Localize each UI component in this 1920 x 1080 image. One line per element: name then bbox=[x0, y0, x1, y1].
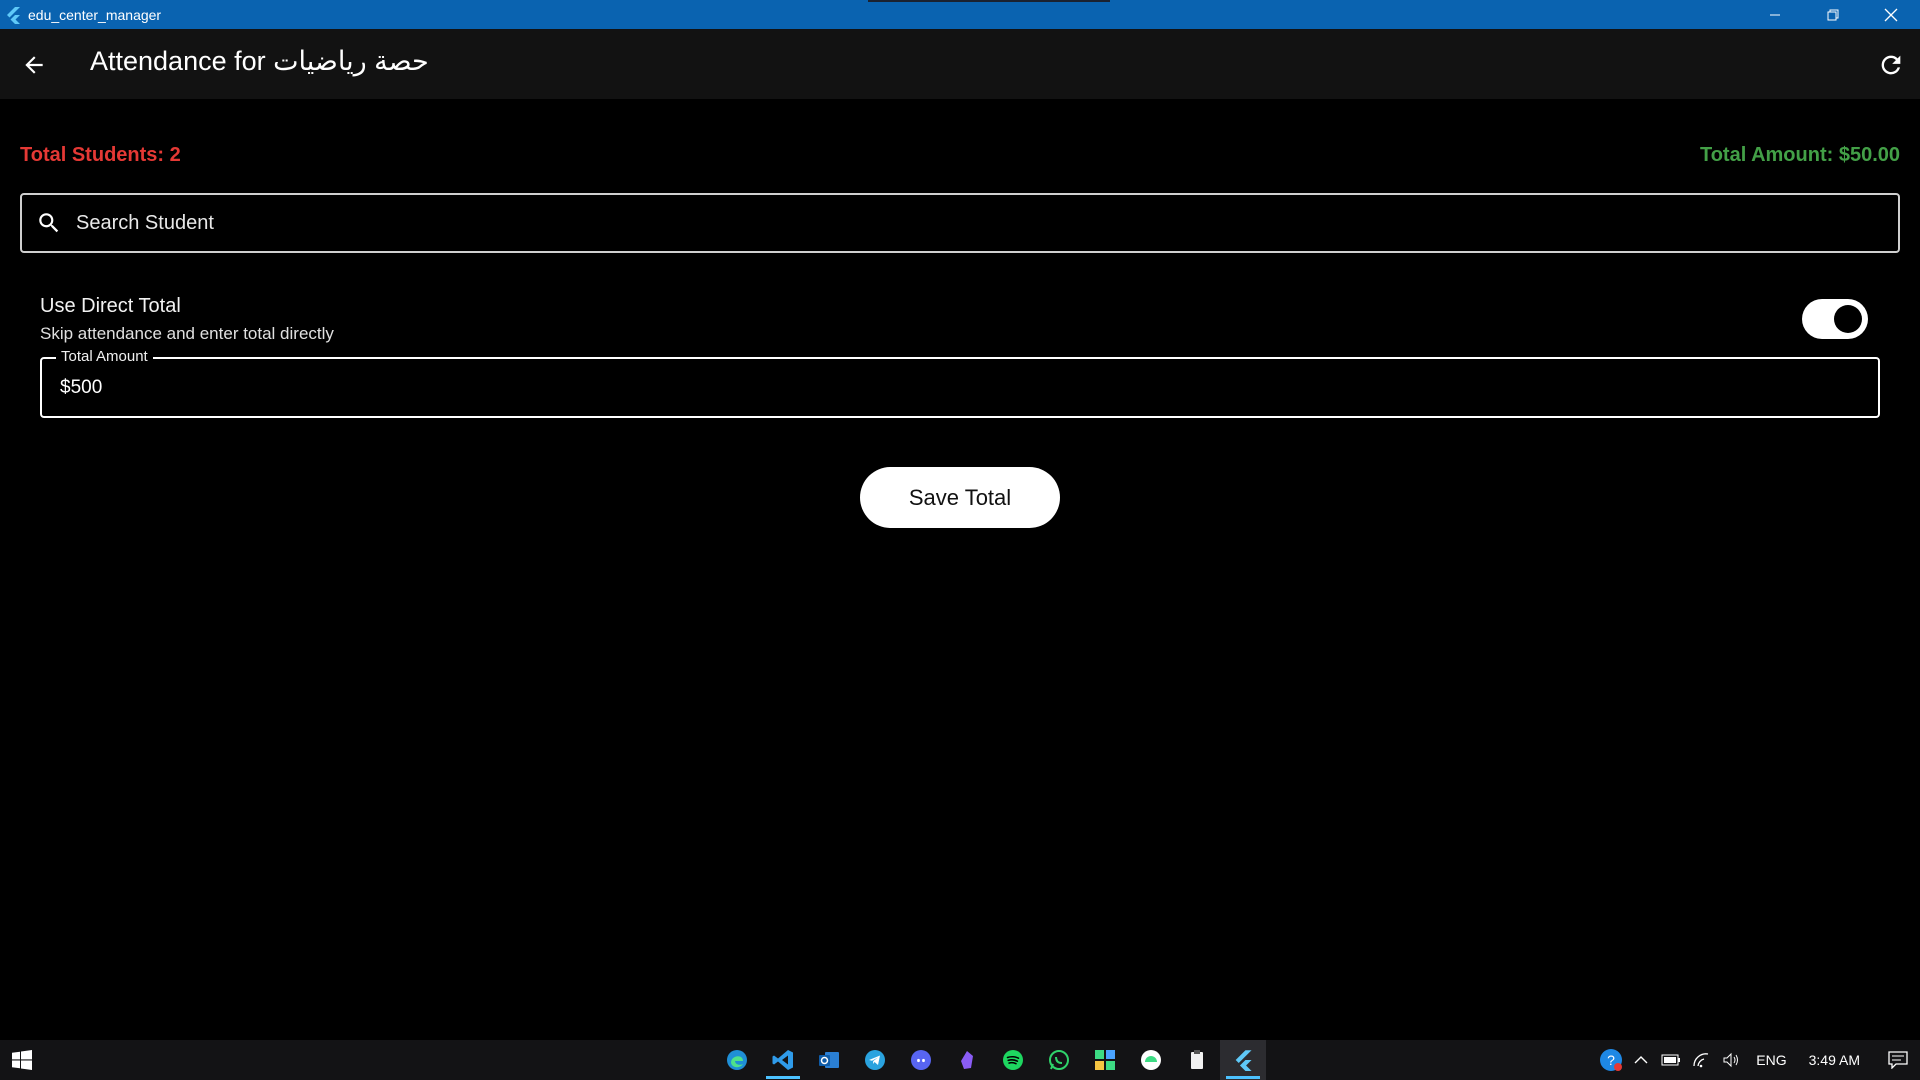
total-students-label: Total Students: 2 bbox=[20, 144, 181, 166]
window-title-bar: edu_center_manager bbox=[0, 0, 1920, 29]
discord-icon[interactable] bbox=[898, 1040, 944, 1080]
app-bar: Attendance for حصة رياضيات bbox=[0, 29, 1920, 99]
restore-button[interactable] bbox=[1804, 0, 1862, 29]
drag-indicator bbox=[868, 0, 1110, 2]
obsidian-icon[interactable] bbox=[944, 1040, 990, 1080]
volume-icon[interactable] bbox=[1716, 1040, 1746, 1080]
spotify-icon[interactable] bbox=[990, 1040, 1036, 1080]
close-icon bbox=[1884, 8, 1898, 21]
total-amount-label: Total Amount: $50.00 bbox=[1699, 144, 1900, 166]
search-input[interactable]: Search Student bbox=[20, 193, 1900, 253]
minimize-icon bbox=[1770, 14, 1780, 15]
taskbar-apps bbox=[714, 1040, 1266, 1080]
arrow-back-icon bbox=[25, 56, 43, 74]
notifications-button[interactable] bbox=[1876, 1040, 1920, 1080]
app-icon[interactable] bbox=[1082, 1040, 1128, 1080]
toggle-subtitle: Skip attendance and enter total directly bbox=[40, 324, 334, 343]
refresh-icon bbox=[1881, 55, 1901, 75]
chevron-up-icon[interactable] bbox=[1626, 1040, 1656, 1080]
edge-icon[interactable] bbox=[714, 1040, 760, 1080]
notification-icon bbox=[1888, 1051, 1908, 1069]
start-button[interactable] bbox=[0, 1040, 44, 1080]
wifi-icon[interactable] bbox=[1686, 1040, 1716, 1080]
system-tray: ? ENG 3:49 AM bbox=[1596, 1040, 1920, 1080]
restore-icon bbox=[1827, 9, 1839, 20]
page-title: Attendance for حصة رياضيات bbox=[90, 46, 429, 76]
notepad-icon[interactable] bbox=[1174, 1040, 1220, 1080]
direct-total-toggle-row[interactable]: Use Direct Total Skip attendance and ent… bbox=[40, 293, 1868, 351]
taskbar: ? ENG 3:49 AM bbox=[0, 1040, 1920, 1080]
save-total-button[interactable]: Save Total bbox=[860, 467, 1060, 528]
vscode-icon[interactable] bbox=[760, 1040, 806, 1080]
search-icon bbox=[34, 208, 64, 238]
svg-text:?: ? bbox=[1607, 1052, 1615, 1068]
language-indicator[interactable]: ENG bbox=[1746, 1052, 1796, 1068]
clock[interactable]: 3:49 AM bbox=[1797, 1052, 1876, 1068]
direct-total-switch[interactable] bbox=[1802, 299, 1868, 339]
total-amount-field[interactable]: Total Amount $500 bbox=[40, 348, 1880, 418]
battery-icon[interactable] bbox=[1656, 1040, 1686, 1080]
back-button[interactable] bbox=[18, 49, 50, 81]
telegram-icon[interactable] bbox=[852, 1040, 898, 1080]
search-placeholder: Search Student bbox=[76, 211, 214, 234]
windows-icon bbox=[12, 1050, 32, 1070]
total-amount-field-value: $500 bbox=[60, 377, 103, 398]
minimize-button[interactable] bbox=[1746, 0, 1804, 29]
flutter-icon bbox=[7, 6, 20, 24]
switch-knob bbox=[1834, 305, 1862, 333]
close-button[interactable] bbox=[1862, 0, 1920, 29]
total-amount-field-label: Total Amount bbox=[56, 348, 153, 365]
summary-row: Total Students: 2 Total Amount: $50.00 bbox=[20, 142, 1900, 172]
refresh-button[interactable] bbox=[1874, 48, 1908, 82]
toggle-title: Use Direct Total bbox=[40, 295, 181, 317]
android-icon[interactable] bbox=[1128, 1040, 1174, 1080]
flutter-icon[interactable] bbox=[1220, 1040, 1266, 1080]
window-title: edu_center_manager bbox=[28, 6, 162, 23]
outlook-icon[interactable] bbox=[806, 1040, 852, 1080]
help-icon[interactable]: ? bbox=[1596, 1040, 1626, 1080]
whatsapp-icon[interactable] bbox=[1036, 1040, 1082, 1080]
